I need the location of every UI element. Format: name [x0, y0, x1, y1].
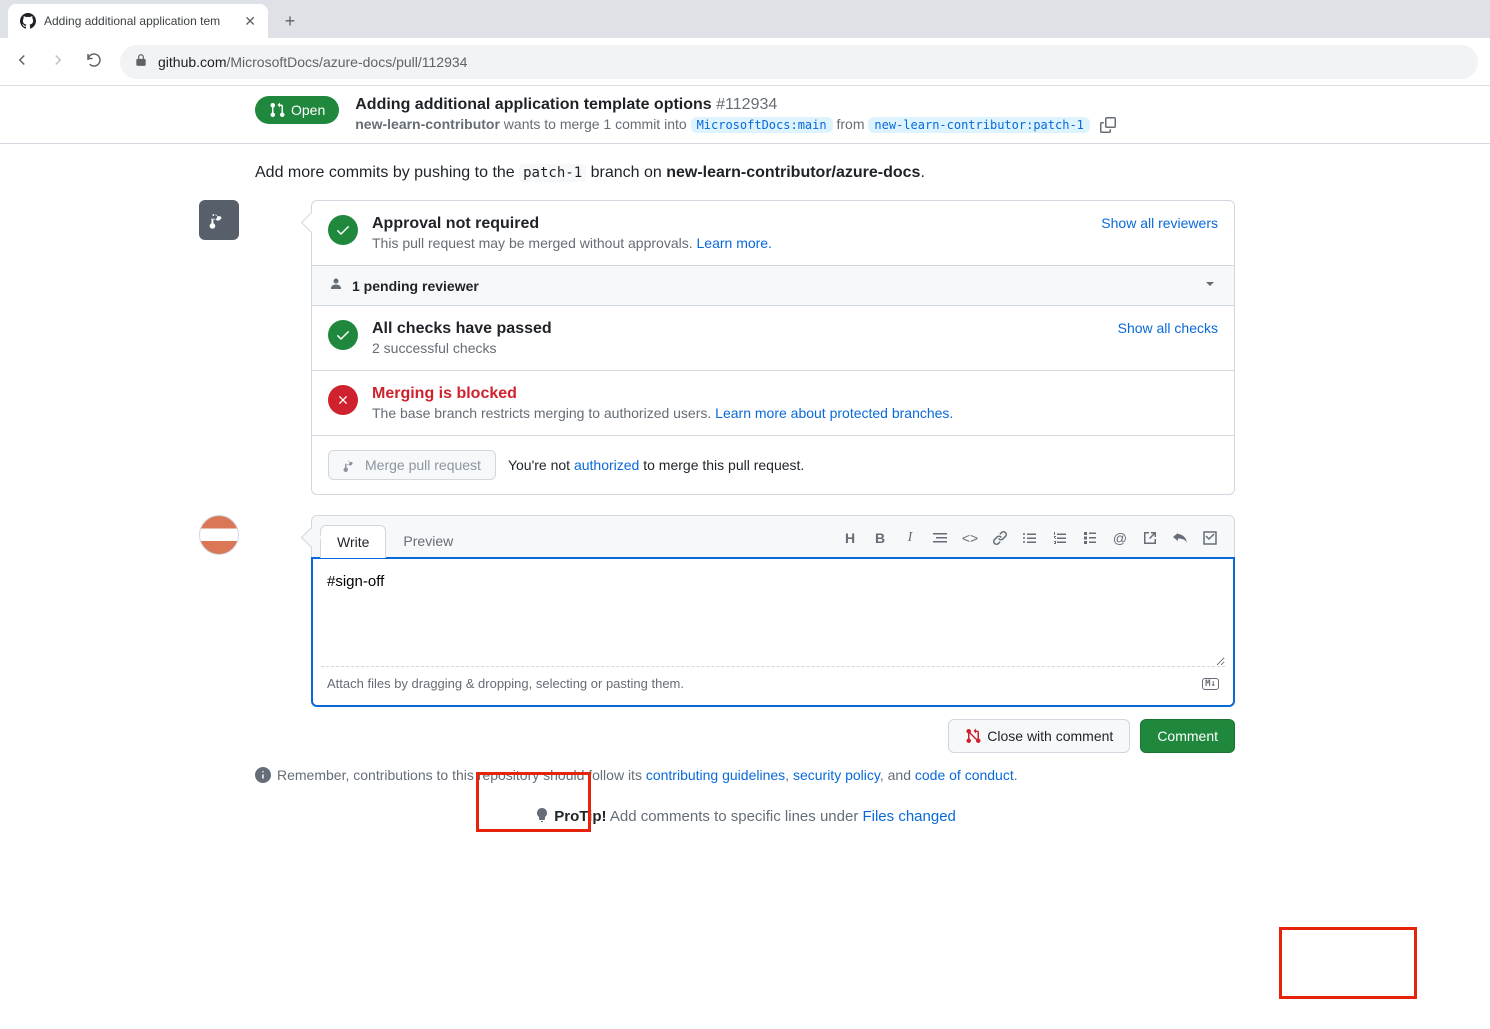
check-icon: [328, 320, 358, 350]
merge-auth-note: You're not authorized to merge this pull…: [508, 457, 804, 473]
forward-button[interactable]: [48, 51, 68, 72]
pr-header: Open Adding additional application templ…: [0, 86, 1490, 144]
blocked-desc: The base branch restricts merging to aut…: [372, 405, 953, 421]
tab-preview[interactable]: Preview: [386, 524, 470, 557]
checks-desc: 2 successful checks: [372, 340, 552, 356]
authorized-link[interactable]: authorized: [574, 457, 639, 473]
comment-button[interactable]: Comment: [1140, 719, 1235, 753]
lock-icon: [134, 53, 148, 70]
comment-textarea[interactable]: [321, 567, 1225, 667]
pr-merge-summary: new-learn-contributor wants to merge 1 c…: [355, 116, 1116, 133]
attach-hint[interactable]: Attach files by dragging & dropping, sel…: [321, 670, 1225, 697]
pr-title: Adding additional application template o…: [355, 96, 1116, 114]
cross-reference-icon[interactable]: [1142, 530, 1158, 546]
state-label: Open: [291, 102, 325, 118]
annotation-highlight: [1279, 927, 1417, 999]
checks-title: All checks have passed: [372, 320, 552, 338]
person-icon: [328, 276, 344, 295]
files-changed-link[interactable]: Files changed: [862, 808, 955, 825]
merge-status-box: Approval not required This pull request …: [311, 200, 1235, 495]
link-icon[interactable]: [992, 530, 1008, 546]
quote-icon[interactable]: [932, 530, 948, 546]
chevron-down-icon: [1202, 276, 1218, 295]
pending-reviewer-label: 1 pending reviewer: [352, 278, 479, 294]
address-bar[interactable]: github.com/MicrosoftDocs/azure-docs/pull…: [120, 45, 1478, 79]
blocked-title: Merging is blocked: [372, 385, 953, 403]
new-tab-button[interactable]: +: [276, 7, 304, 35]
tab-title: Adding additional application tem: [44, 14, 236, 28]
comment-editor: Write Preview H B I <> @: [311, 515, 1235, 707]
base-branch-chip[interactable]: MicrosoftDocs:main: [691, 117, 833, 133]
security-policy-link[interactable]: security policy: [793, 767, 880, 783]
approval-desc: This pull request may be merged without …: [372, 235, 772, 251]
back-button[interactable]: [12, 51, 32, 72]
browser-toolbar: github.com/MicrosoftDocs/azure-docs/pull…: [0, 38, 1490, 86]
merge-status-icon: [199, 200, 239, 240]
ordered-list-icon[interactable]: [1052, 530, 1068, 546]
push-hint: Add more commits by pushing to the patch…: [255, 164, 1235, 182]
show-reviewers-link[interactable]: Show all reviewers: [1101, 215, 1218, 231]
code-of-conduct-link[interactable]: code of conduct: [915, 767, 1014, 783]
mention-icon[interactable]: @: [1112, 530, 1128, 546]
code-icon[interactable]: <>: [962, 530, 978, 546]
avatar[interactable]: [199, 515, 239, 555]
approval-title: Approval not required: [372, 215, 772, 233]
show-checks-link[interactable]: Show all checks: [1118, 320, 1218, 336]
task-list-icon[interactable]: [1082, 530, 1098, 546]
merge-pull-request-button: Merge pull request: [328, 450, 496, 480]
browser-tab-strip: Adding additional application tem ✕ +: [0, 0, 1490, 38]
copy-branch-icon[interactable]: [1100, 117, 1116, 133]
editor-toolbar: H B I <> @: [842, 530, 1226, 552]
close-with-comment-button[interactable]: Close with comment: [948, 719, 1130, 753]
saved-replies-icon[interactable]: [1202, 530, 1218, 546]
url-text: github.com/MicrosoftDocs/azure-docs/pull…: [158, 54, 467, 70]
reload-button[interactable]: [84, 51, 104, 72]
check-icon: [328, 215, 358, 245]
learn-more-link[interactable]: Learn more.: [697, 235, 772, 251]
italic-icon[interactable]: I: [902, 530, 918, 546]
state-badge-open: Open: [255, 96, 339, 124]
head-branch-chip[interactable]: new-learn-contributor:patch-1: [868, 117, 1090, 133]
pending-reviewer-bar[interactable]: 1 pending reviewer: [312, 265, 1234, 306]
protected-branches-link[interactable]: Learn more about protected branches.: [715, 405, 953, 421]
unordered-list-icon[interactable]: [1022, 530, 1038, 546]
bold-icon[interactable]: B: [872, 530, 888, 546]
tab-close-icon[interactable]: ✕: [244, 13, 256, 30]
heading-icon[interactable]: H: [842, 530, 858, 546]
reply-icon[interactable]: [1172, 530, 1188, 546]
github-favicon-icon: [20, 13, 36, 29]
x-icon: [328, 385, 358, 415]
contribution-note: Remember, contributions to this reposito…: [255, 767, 1235, 783]
browser-tab[interactable]: Adding additional application tem ✕: [8, 4, 268, 38]
protip: ProTip! Add comments to specific lines u…: [255, 807, 1235, 825]
contributing-guidelines-link[interactable]: contributing guidelines: [646, 767, 785, 783]
tab-write[interactable]: Write: [320, 525, 386, 558]
markdown-icon[interactable]: M↓: [1202, 678, 1219, 690]
